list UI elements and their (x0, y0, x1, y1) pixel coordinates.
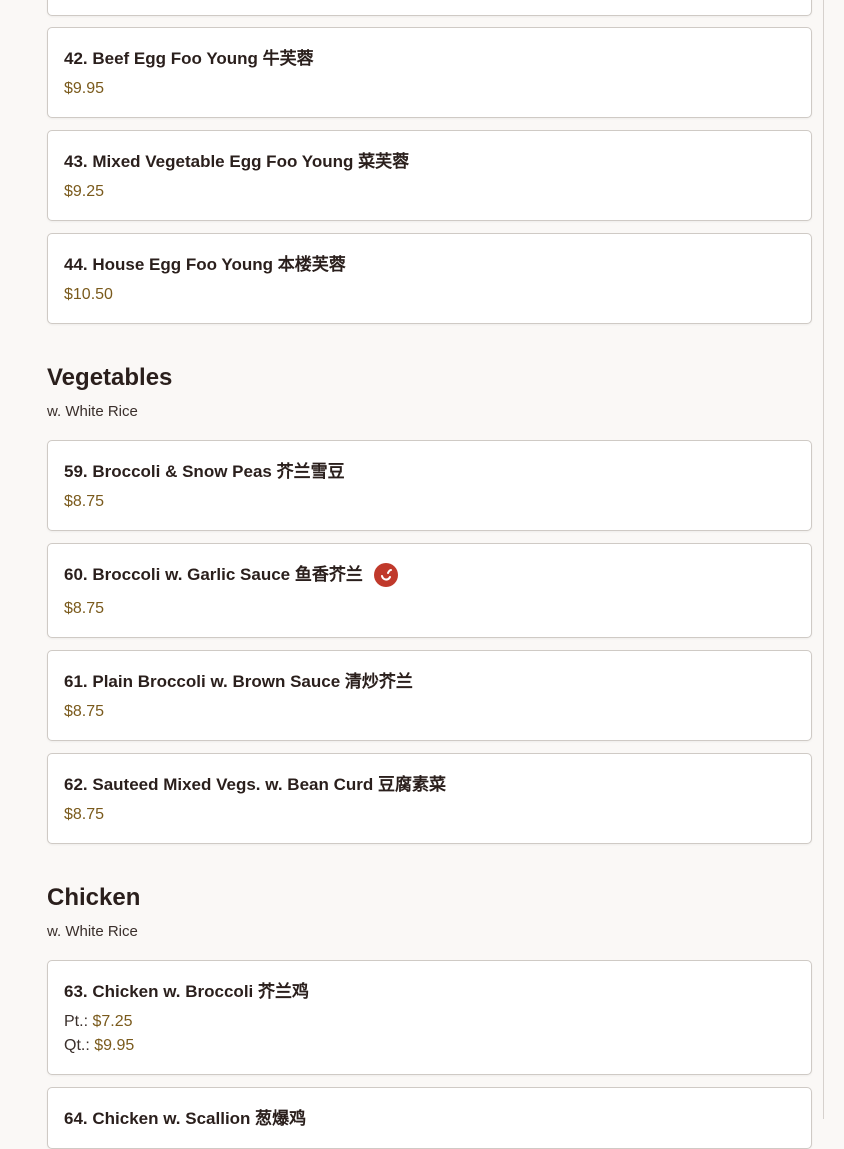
section-title-vegetables: Vegetables (47, 364, 173, 391)
menu-item-price: $9.25 (64, 183, 105, 200)
menu-item-card[interactable]: 43. Mixed Vegetable Egg Foo Young 菜芙蓉 $9… (47, 130, 812, 221)
pint-label: Pt.: (64, 1013, 89, 1030)
menu-item-price: $8.75 (64, 703, 105, 720)
pint-price: $7.25 (92, 1013, 133, 1030)
menu-item-card[interactable]: 63. Chicken w. Broccoli 芥兰鸡 Pt.: $7.25 Q… (47, 960, 812, 1075)
menu-item-price: $9.95 (64, 80, 105, 97)
menu-item-card[interactable] (47, 0, 812, 16)
menu-item-price: $10.50 (64, 286, 113, 303)
menu-item-name: 42. Beef Egg Foo Young 牛芙蓉 (64, 49, 314, 68)
quart-price-row: Qt.: $9.95 (64, 1037, 134, 1055)
menu-item-name-row: 60. Broccoli w. Garlic Sauce 鱼香芥兰 (64, 560, 398, 588)
menu-item-name: 63. Chicken w. Broccoli 芥兰鸡 (64, 982, 309, 1001)
pint-price-row: Pt.: $7.25 (64, 1013, 133, 1031)
menu-item-name: 64. Chicken w. Scallion 葱爆鸡 (64, 1109, 307, 1128)
menu-item-price: $8.75 (64, 806, 105, 823)
menu-item-card[interactable]: 61. Plain Broccoli w. Brown Sauce 清炒芥兰 $… (47, 650, 812, 741)
quart-label: Qt.: (64, 1037, 90, 1054)
menu-page: 42. Beef Egg Foo Young 牛芙蓉 $9.95 43. Mix… (0, 0, 824, 1149)
menu-item-name: 61. Plain Broccoli w. Brown Sauce 清炒芥兰 (64, 672, 413, 691)
quart-price: $9.95 (94, 1037, 135, 1054)
menu-item-name: 62. Sauteed Mixed Vegs. w. Bean Curd 豆腐素… (64, 775, 446, 794)
menu-item-card[interactable]: 42. Beef Egg Foo Young 牛芙蓉 $9.95 (47, 27, 812, 118)
menu-item-price: $8.75 (64, 600, 105, 617)
section-subtitle-vegetables: w. White Rice (47, 403, 138, 420)
menu-item-card[interactable]: 44. House Egg Foo Young 本楼芙蓉 $10.50 (47, 233, 812, 324)
section-subtitle-chicken: w. White Rice (47, 923, 138, 940)
chili-pepper-icon (373, 562, 398, 587)
menu-item-name: 60. Broccoli w. Garlic Sauce 鱼香芥兰 (64, 565, 363, 584)
menu-item-name: 44. House Egg Foo Young 本楼芙蓉 (64, 255, 346, 274)
section-title-chicken: Chicken (47, 884, 141, 911)
menu-item-card[interactable]: 60. Broccoli w. Garlic Sauce 鱼香芥兰 $8.75 (47, 543, 812, 638)
menu-item-name: 59. Broccoli & Snow Peas 芥兰雪豆 (64, 462, 345, 481)
menu-item-price: $8.75 (64, 493, 105, 510)
menu-item-name: 43. Mixed Vegetable Egg Foo Young 菜芙蓉 (64, 152, 410, 171)
menu-item-card[interactable]: 59. Broccoli & Snow Peas 芥兰雪豆 $8.75 (47, 440, 812, 531)
menu-item-card[interactable]: 64. Chicken w. Scallion 葱爆鸡 (47, 1087, 812, 1149)
menu-item-card[interactable]: 62. Sauteed Mixed Vegs. w. Bean Curd 豆腐素… (47, 753, 812, 844)
